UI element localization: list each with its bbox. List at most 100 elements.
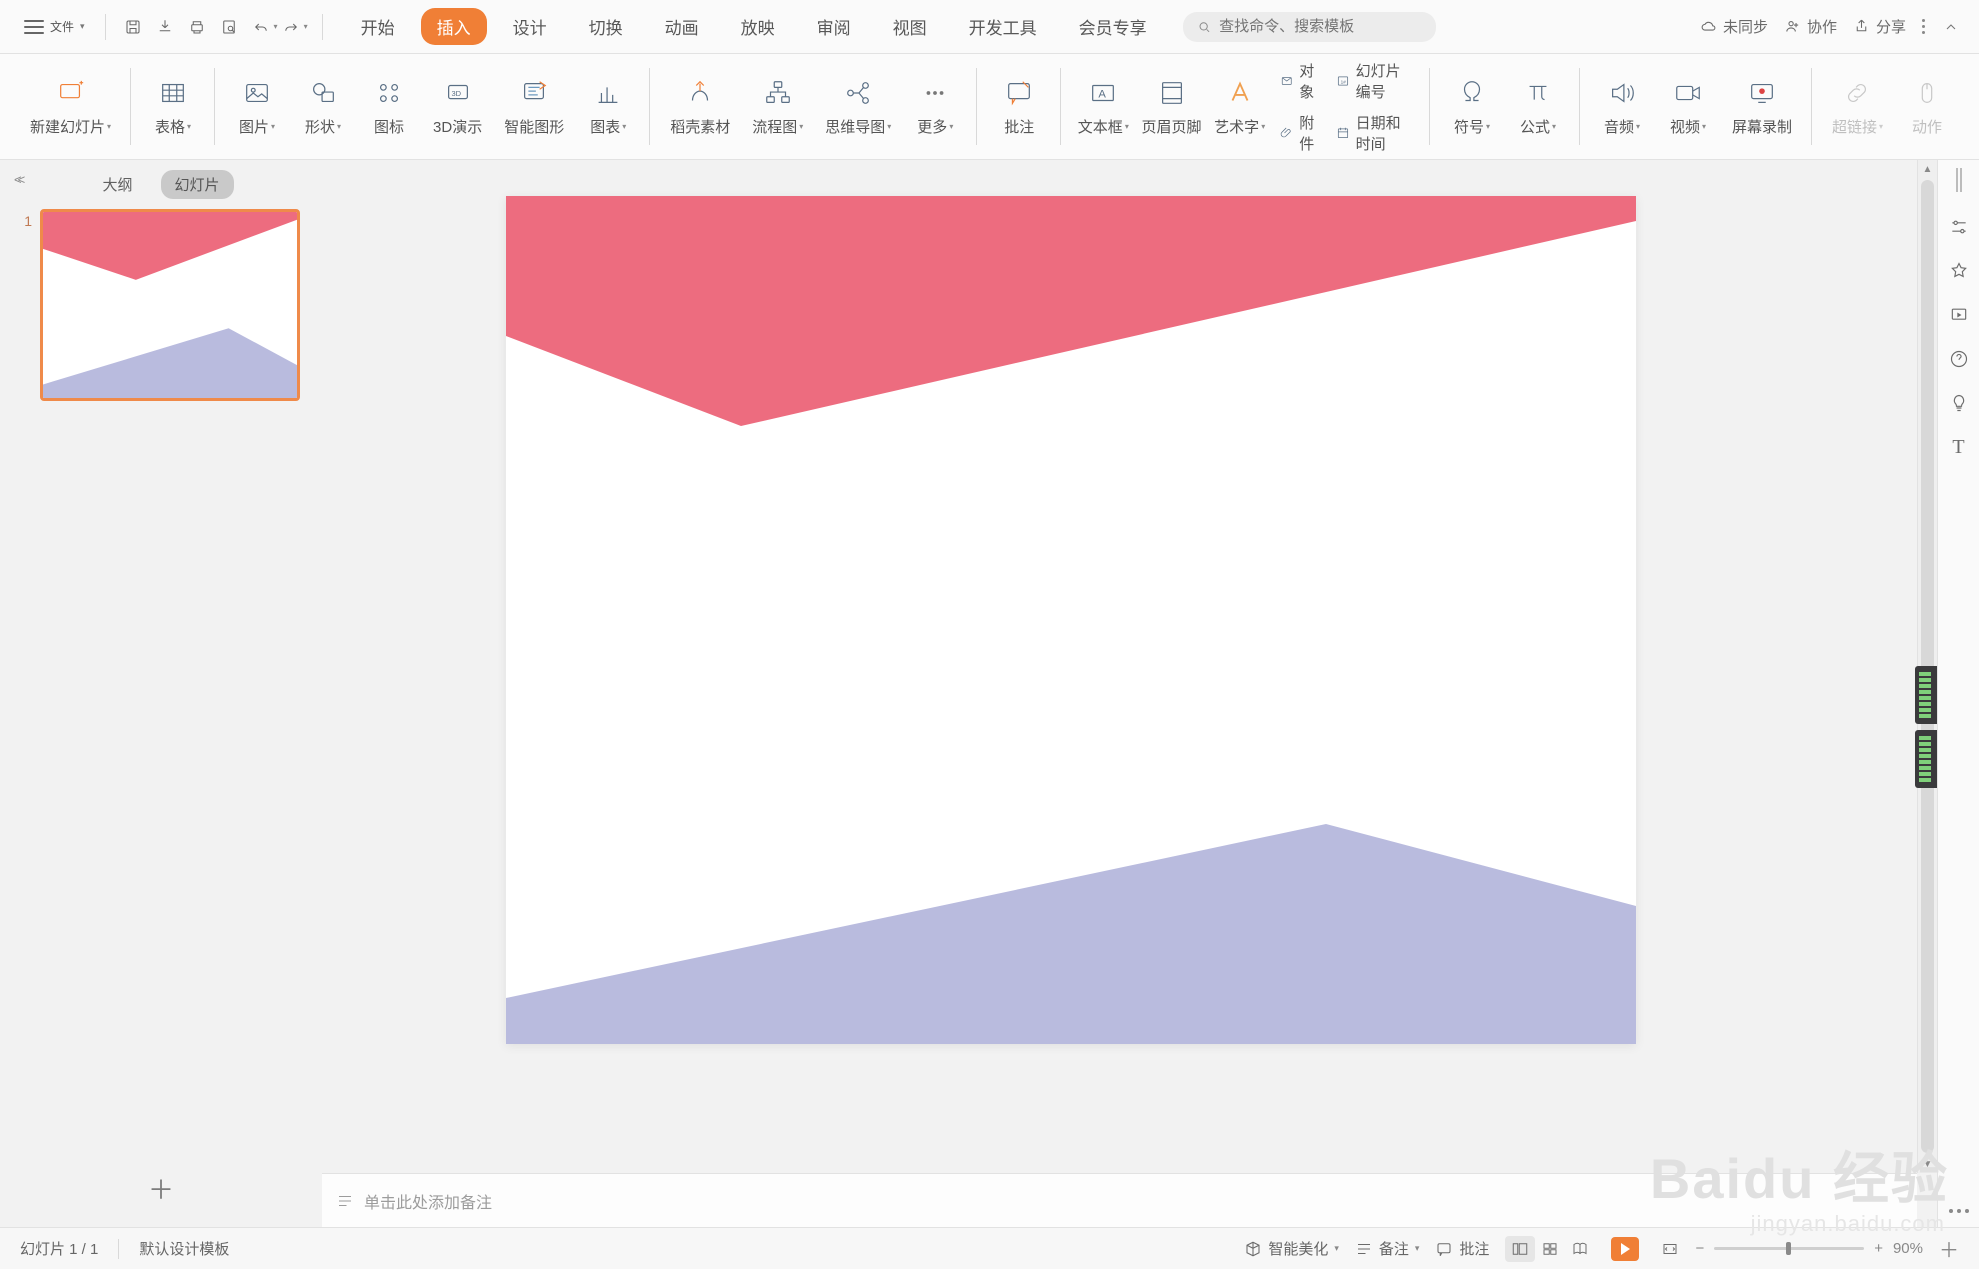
status-add-button[interactable]: ＋ xyxy=(1939,1234,1959,1263)
thumbnail-item[interactable]: 1 xyxy=(18,209,304,401)
undo-dropdown[interactable]: ▾ xyxy=(274,22,278,31)
notes-pane[interactable]: 单击此处添加备注 xyxy=(322,1173,1917,1227)
export-button[interactable] xyxy=(152,14,178,40)
view-sorter-button[interactable] xyxy=(1535,1236,1565,1262)
omega-icon xyxy=(1455,76,1489,110)
attachment-button[interactable]: 附件 xyxy=(1276,110,1326,156)
table-icon xyxy=(156,76,190,110)
tab-design[interactable]: 设计 xyxy=(497,8,563,45)
equation-button[interactable]: 公式▾ xyxy=(1508,70,1568,143)
view-normal-button[interactable] xyxy=(1505,1236,1535,1262)
collapse-ribbon-button[interactable] xyxy=(1941,17,1961,37)
mindmap-button[interactable]: 思维导图▾ xyxy=(817,70,899,143)
headerfooter-icon xyxy=(1155,76,1189,110)
undo-button[interactable] xyxy=(248,14,274,40)
zoom-in-button[interactable]: + xyxy=(1874,1240,1883,1257)
scroll-down-arrow[interactable]: ▼ xyxy=(1918,1155,1937,1173)
flowchart-button[interactable]: 流程图▾ xyxy=(744,70,811,143)
rail-text-button[interactable]: T xyxy=(1946,434,1972,460)
view-mode-buttons xyxy=(1505,1236,1595,1262)
rail-more-button[interactable] xyxy=(1949,1209,1969,1213)
separator xyxy=(105,14,106,40)
headerfooter-button[interactable]: 页眉页脚 xyxy=(1139,70,1203,143)
sync-status-button[interactable]: 未同步 xyxy=(1700,16,1768,37)
command-search[interactable] xyxy=(1183,12,1436,42)
redo-button[interactable] xyxy=(278,14,304,40)
fit-window-button[interactable] xyxy=(1655,1236,1685,1262)
mouse-icon xyxy=(1910,76,1944,110)
rail-idea-button[interactable] xyxy=(1946,390,1972,416)
3d-icon: 3D xyxy=(441,76,475,110)
collaborate-button[interactable]: 协作 xyxy=(1784,16,1837,37)
slide-canvas[interactable] xyxy=(506,196,1636,1044)
tab-animation[interactable]: 动画 xyxy=(649,8,715,45)
tab-slideshow[interactable]: 放映 xyxy=(725,8,791,45)
picture-button[interactable]: 图片▾ xyxy=(227,70,287,143)
comment-button[interactable]: 批注 xyxy=(989,70,1049,143)
object-button[interactable]: 对象 xyxy=(1276,58,1326,104)
rail-favorite-button[interactable] xyxy=(1946,258,1972,284)
command-search-input[interactable] xyxy=(1217,17,1421,36)
zoom-slider[interactable] xyxy=(1714,1247,1864,1250)
slideshow-play-button[interactable] xyxy=(1611,1237,1639,1261)
notes-toggle-icon xyxy=(1355,1240,1373,1258)
status-bar: 幻灯片 1 / 1 默认设计模板 智能美化▾ 备注▾ 批注 − + 90% ＋ xyxy=(0,1227,1979,1269)
view-reading-button[interactable] xyxy=(1565,1236,1595,1262)
audio-button[interactable]: 音频▾ xyxy=(1592,70,1652,143)
new-slide-button[interactable]: 新建幻灯片▾ xyxy=(22,70,119,143)
tab-insert[interactable]: 插入 xyxy=(421,8,487,45)
rail-help-button[interactable] xyxy=(1946,346,1972,372)
zoom-out-button[interactable]: − xyxy=(1695,1240,1704,1257)
wordart-button[interactable]: 艺术字▾ xyxy=(1210,70,1270,143)
print-button[interactable] xyxy=(184,14,210,40)
ribbon-tabs: 开始 插入 设计 切换 动画 放映 审阅 视图 开发工具 会员专享 xyxy=(345,8,1163,45)
tab-member[interactable]: 会员专享 xyxy=(1063,8,1163,45)
flowchart-icon xyxy=(761,76,795,110)
tab-review[interactable]: 审阅 xyxy=(801,8,867,45)
outline-tab[interactable]: 大纲 xyxy=(88,170,146,199)
zoom-value[interactable]: 90% xyxy=(1893,1240,1923,1257)
notes-toggle-button[interactable]: 备注▾ xyxy=(1355,1238,1420,1259)
picture-icon xyxy=(240,76,274,110)
symbol-button[interactable]: 符号▾ xyxy=(1442,70,1502,143)
add-slide-button[interactable]: ＋ xyxy=(0,1170,322,1207)
share-button[interactable]: 分享 xyxy=(1853,16,1906,37)
slide-canvas-area: ▲ ▼ 单击此处添加备注 xyxy=(322,160,1937,1227)
template-name: 默认设计模板 xyxy=(139,1238,229,1259)
smartart-button[interactable]: 智能图形 xyxy=(496,70,572,143)
3d-demo-button[interactable]: 3D 3D演示 xyxy=(425,70,490,143)
textbox-button[interactable]: A 文本框▾ xyxy=(1073,70,1133,143)
rail-present-button[interactable] xyxy=(1946,302,1972,328)
thumbnail-preview[interactable] xyxy=(40,209,300,401)
shape-button[interactable]: 形状▾ xyxy=(293,70,353,143)
tab-transition[interactable]: 切换 xyxy=(573,8,639,45)
print-preview-button[interactable] xyxy=(216,14,242,40)
rail-settings-button[interactable] xyxy=(1946,214,1972,240)
tab-view[interactable]: 视图 xyxy=(877,8,943,45)
table-button[interactable]: 表格▾ xyxy=(143,70,203,143)
slide-number-button[interactable]: 1# 幻灯片编号 xyxy=(1332,58,1418,104)
comments-toggle-button[interactable]: 批注 xyxy=(1435,1238,1489,1259)
side-ruler-tabs[interactable] xyxy=(1915,666,1937,788)
video-button[interactable]: 视频▾ xyxy=(1658,70,1718,143)
screen-record-button[interactable]: 屏幕录制 xyxy=(1724,70,1800,143)
action-button: 动作 xyxy=(1897,70,1957,143)
save-button[interactable] xyxy=(120,14,146,40)
rail-grip[interactable] xyxy=(1956,168,1962,192)
tab-home[interactable]: 开始 xyxy=(345,8,411,45)
datetime-button[interactable]: 日期和时间 xyxy=(1332,110,1418,156)
audio-icon xyxy=(1605,76,1639,110)
collapse-panel-button[interactable]: << xyxy=(14,172,21,187)
app-menu-button[interactable]: 文件 ▾ xyxy=(18,14,91,39)
more-menu-button[interactable] xyxy=(1922,19,1925,34)
zoom-control: − + 90% xyxy=(1655,1236,1923,1262)
redo-dropdown[interactable]: ▾ xyxy=(304,22,308,31)
more-insert-button[interactable]: 更多▾ xyxy=(905,70,965,143)
tab-devtools[interactable]: 开发工具 xyxy=(953,8,1053,45)
icon-button[interactable]: 图标 xyxy=(359,70,419,143)
slides-tab[interactable]: 幻灯片 xyxy=(161,170,234,199)
smart-beautify-button[interactable]: 智能美化▾ xyxy=(1244,1238,1339,1259)
docer-button[interactable]: 稻壳素材 xyxy=(662,70,738,143)
scroll-up-arrow[interactable]: ▲ xyxy=(1918,160,1937,178)
chart-button[interactable]: 图表▾ xyxy=(578,70,638,143)
